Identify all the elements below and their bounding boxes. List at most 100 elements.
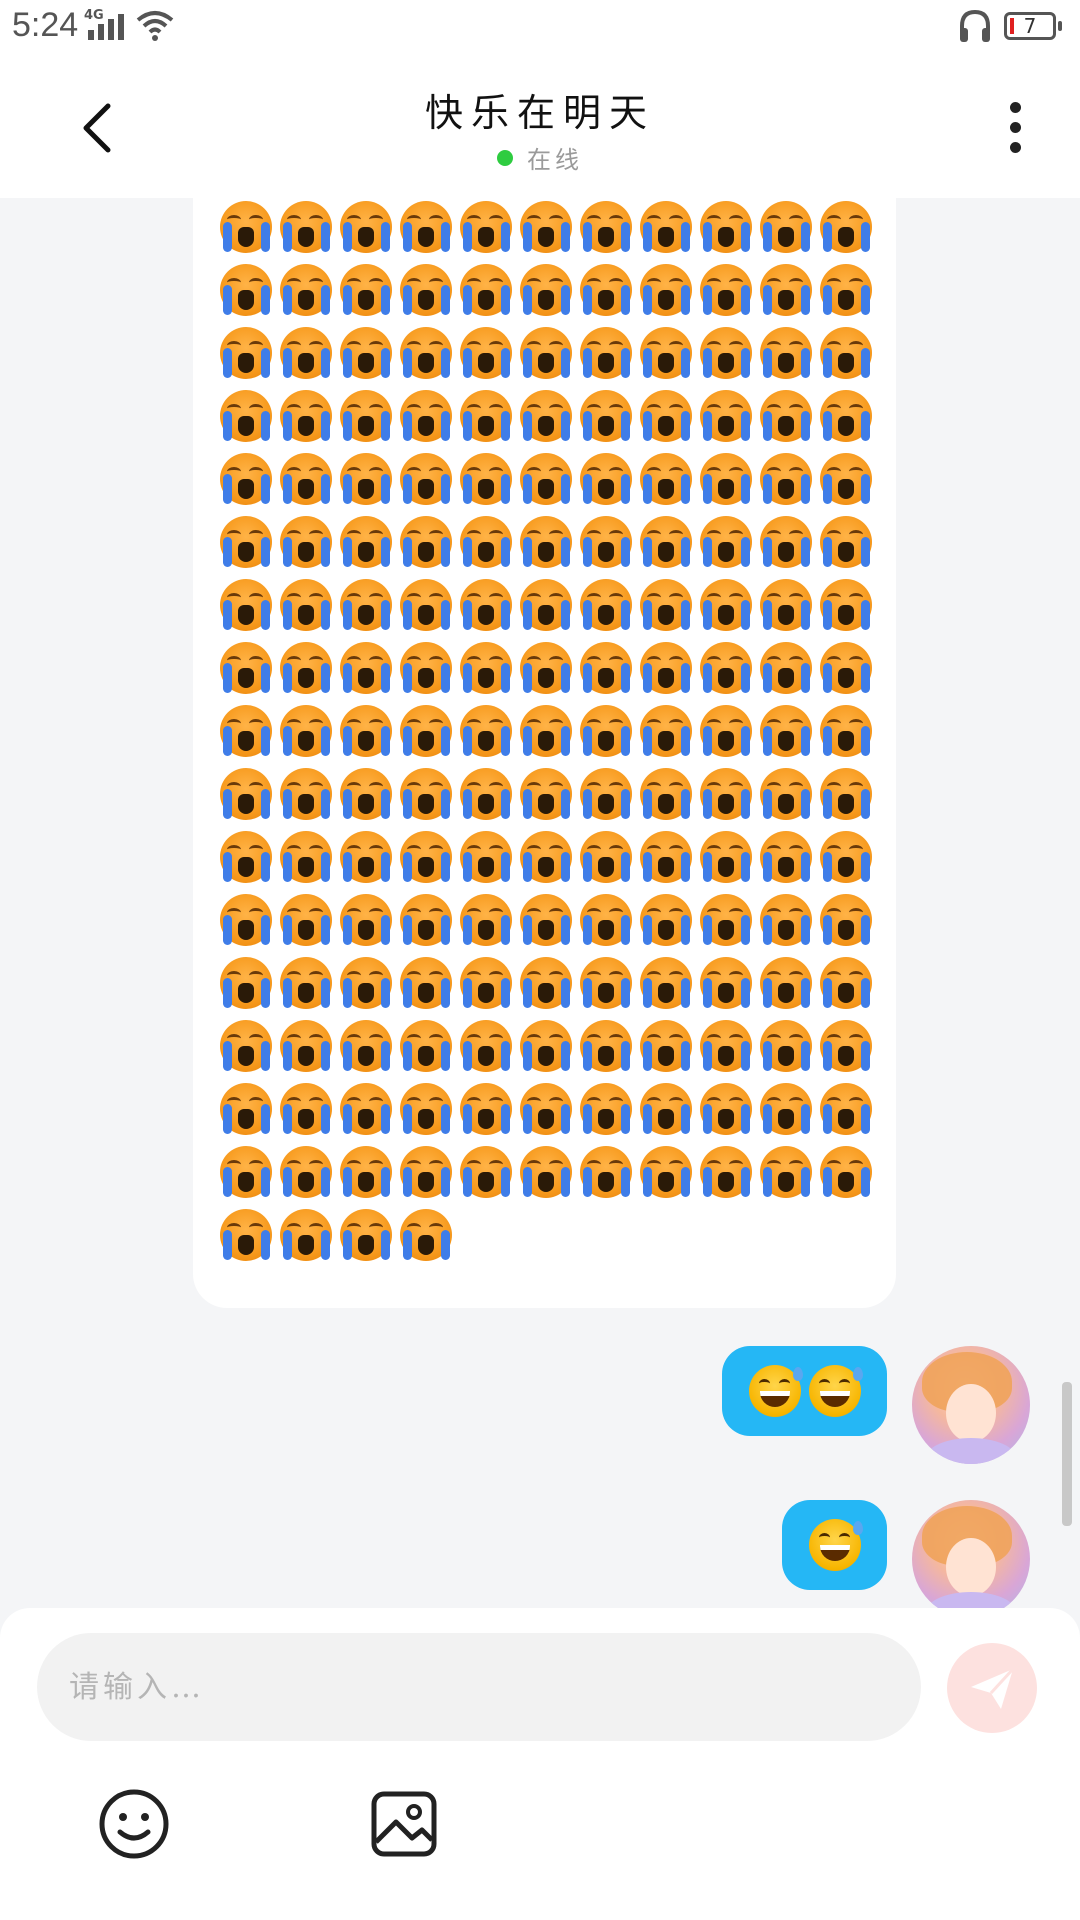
crying-emoji (397, 952, 457, 1015)
crying-emoji (817, 322, 877, 385)
crying-emoji (457, 826, 517, 889)
status-bar: 5:24 4G 7 (0, 0, 1080, 60)
crying-emoji (337, 889, 397, 952)
crying-emoji (337, 700, 397, 763)
crying-emoji (757, 259, 817, 322)
crying-emoji (577, 826, 637, 889)
crying-emoji (217, 700, 277, 763)
crying-emoji (217, 259, 277, 322)
crying-emoji (457, 1078, 517, 1141)
crying-emoji (277, 259, 337, 322)
crying-emoji (757, 322, 817, 385)
outgoing-message-bubble[interactable] (722, 1346, 887, 1436)
crying-emoji (697, 1015, 757, 1078)
emoji-icon[interactable] (98, 1788, 170, 1860)
crying-emoji (277, 385, 337, 448)
crying-emoji (817, 259, 877, 322)
crying-emoji (817, 700, 877, 763)
message-list[interactable] (0, 198, 1080, 1608)
crying-emoji (637, 889, 697, 952)
crying-emoji (697, 889, 757, 952)
sweat-smile-emoji (808, 1519, 863, 1571)
crying-emoji (217, 448, 277, 511)
crying-emoji (697, 700, 757, 763)
crying-emoji (757, 1141, 817, 1204)
crying-emoji (637, 637, 697, 700)
crying-emoji (637, 763, 697, 826)
crying-emoji (397, 763, 457, 826)
crying-emoji (697, 952, 757, 1015)
crying-emoji (757, 385, 817, 448)
crying-emoji (577, 385, 637, 448)
crying-emoji (817, 1015, 877, 1078)
crying-emoji (757, 700, 817, 763)
crying-emoji (337, 574, 397, 637)
crying-emoji (337, 1078, 397, 1141)
crying-emoji (397, 1015, 457, 1078)
crying-emoji (637, 1141, 697, 1204)
avatar[interactable] (912, 1500, 1030, 1608)
crying-emoji (517, 1015, 577, 1078)
crying-emoji (277, 448, 337, 511)
crying-emoji (217, 826, 277, 889)
headphone-icon (960, 9, 990, 42)
crying-emoji (457, 889, 517, 952)
crying-emoji (517, 448, 577, 511)
crying-emoji (817, 889, 877, 952)
crying-emoji (637, 1015, 697, 1078)
crying-emoji (517, 826, 577, 889)
crying-emoji (817, 763, 877, 826)
crying-emoji (337, 952, 397, 1015)
crying-emoji (457, 198, 517, 259)
crying-emoji (757, 1078, 817, 1141)
crying-emoji (397, 511, 457, 574)
crying-emoji (817, 511, 877, 574)
incoming-message-bubble[interactable] (193, 198, 896, 1308)
message-input[interactable] (37, 1633, 921, 1741)
crying-emoji (337, 322, 397, 385)
crying-emoji (277, 763, 337, 826)
crying-emoji (817, 826, 877, 889)
crying-emoji (457, 322, 517, 385)
crying-emoji (757, 637, 817, 700)
crying-emoji (577, 322, 637, 385)
crying-emoji (517, 637, 577, 700)
crying-emoji (217, 385, 277, 448)
crying-emoji (457, 1015, 517, 1078)
crying-emoji (817, 574, 877, 637)
crying-emoji (817, 952, 877, 1015)
crying-emoji (217, 322, 277, 385)
crying-emoji (397, 385, 457, 448)
send-icon (971, 1667, 1015, 1709)
crying-emoji (697, 511, 757, 574)
crying-emoji (517, 259, 577, 322)
crying-emoji-grid (217, 198, 877, 1267)
crying-emoji (457, 385, 517, 448)
crying-emoji (577, 889, 637, 952)
more-vertical-icon[interactable] (995, 98, 1035, 158)
image-icon[interactable] (368, 1788, 440, 1860)
crying-emoji (697, 322, 757, 385)
crying-emoji (457, 637, 517, 700)
chat-header: 快乐在明天 在线 (0, 60, 1080, 198)
crying-emoji (577, 259, 637, 322)
crying-emoji (337, 826, 397, 889)
crying-emoji (757, 889, 817, 952)
avatar[interactable] (912, 1346, 1030, 1464)
outgoing-message-bubble[interactable] (782, 1500, 887, 1590)
battery-icon: 7 (1004, 12, 1062, 40)
crying-emoji (337, 385, 397, 448)
send-button[interactable] (947, 1643, 1037, 1733)
crying-emoji (817, 1141, 877, 1204)
scrollbar[interactable] (1062, 1382, 1072, 1526)
crying-emoji (757, 198, 817, 259)
crying-emoji (757, 448, 817, 511)
crying-emoji (637, 952, 697, 1015)
crying-emoji (517, 322, 577, 385)
crying-emoji (637, 700, 697, 763)
crying-emoji (217, 1015, 277, 1078)
crying-emoji (817, 637, 877, 700)
crying-emoji (337, 1015, 397, 1078)
crying-emoji (277, 889, 337, 952)
crying-emoji (337, 511, 397, 574)
